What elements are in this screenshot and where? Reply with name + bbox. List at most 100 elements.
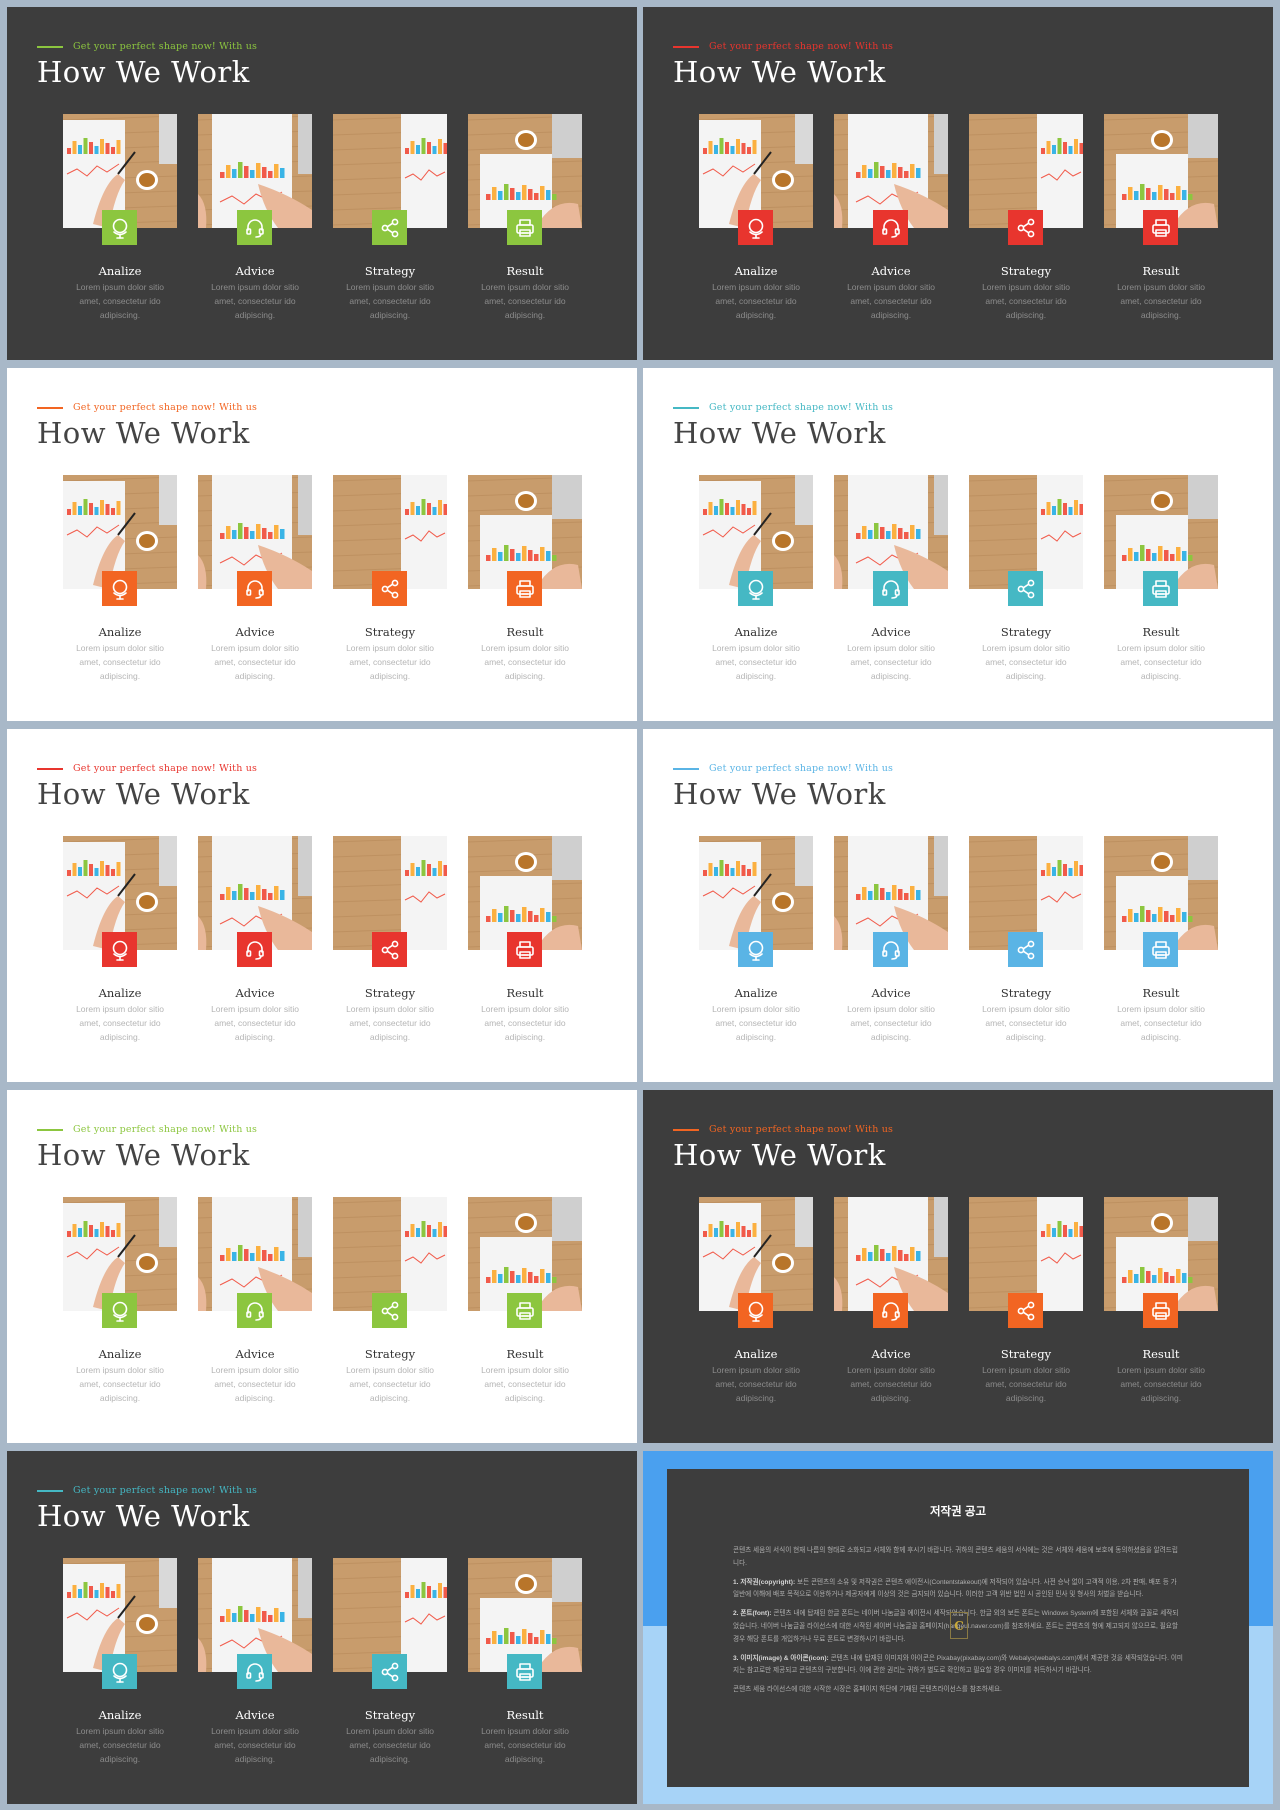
card-description: Lorem ipsum dolor sitio amet, consectetu… [982, 1004, 1070, 1042]
card-title: Strategy [1000, 264, 1052, 278]
card-title: Strategy [1000, 1347, 1052, 1361]
globe-icon [109, 578, 131, 600]
card-description: Lorem ipsum dolor sitio amet, consectetu… [847, 1004, 935, 1042]
card-title: Analize [98, 264, 142, 278]
headset-icon [244, 1661, 266, 1683]
tagline: Get your perfect shape now! With us [673, 763, 893, 774]
slide-title: How We Work [37, 1138, 250, 1172]
share-badge [372, 210, 407, 245]
card-description: Lorem ipsum dolor sitio amet, consectetu… [346, 282, 434, 320]
printer-icon [514, 939, 536, 961]
share-badge [372, 932, 407, 967]
headset-badge [873, 1293, 908, 1328]
tagline-rule [37, 406, 63, 409]
share-badge [1008, 1293, 1043, 1328]
tagline-text: Get your perfect shape now! With us [709, 41, 894, 52]
share-icon [379, 1300, 401, 1322]
globe-badge [738, 210, 773, 245]
notice-section-3: 3. 이미지(image) & 아이콘(icon): 콘텐츠 내에 탑재된 이미… [733, 1653, 1183, 1678]
slide-7[interactable]: Get your perfect shape now! With us How W… [7, 1090, 637, 1443]
share-badge [1008, 571, 1043, 606]
share-icon [1015, 217, 1037, 239]
notice-section-heading: 1. 저작권(copyright): [733, 1578, 797, 1586]
slide-3[interactable]: Get your perfect shape now! With us How W… [7, 368, 637, 721]
slide-9[interactable]: Get your perfect shape now! With us How W… [7, 1451, 637, 1804]
tagline-text: Get your perfect shape now! With us [73, 41, 258, 52]
globe-badge [102, 932, 137, 967]
card-title: Analize [98, 986, 142, 1000]
tagline: Get your perfect shape now! With us [37, 41, 257, 52]
printer-badge [1143, 932, 1178, 967]
tagline: Get your perfect shape now! With us [673, 1124, 893, 1135]
headset-icon [880, 578, 902, 600]
slide-1[interactable]: Get your perfect shape now! With us How W… [7, 7, 637, 360]
printer-badge [1143, 210, 1178, 245]
printer-icon [514, 1300, 536, 1322]
slide-title: How We Work [37, 55, 250, 89]
globe-badge [738, 1293, 773, 1328]
card-title: Advice [871, 264, 911, 278]
slide-copyright-notice[interactable]: 저작권 공고 콘텐츠 세움의 서식이 현재 나름의 형태로 소화되고 서체와 함께… [643, 1451, 1273, 1804]
printer-badge [507, 1654, 542, 1689]
tagline: Get your perfect shape now! With us [37, 1124, 257, 1135]
card-description: Lorem ipsum dolor sitio amet, consectetu… [712, 282, 800, 320]
printer-badge [507, 1293, 542, 1328]
contents-logo: C [950, 1612, 968, 1639]
card-title: Advice [235, 1347, 275, 1361]
card-title: Strategy [1000, 625, 1052, 639]
card-description: Lorem ipsum dolor sitio amet, consectetu… [76, 282, 164, 320]
card-description: Lorem ipsum dolor sitio amet, consectetu… [481, 1365, 569, 1403]
notice-title: 저작권 공고 [929, 1506, 987, 1518]
card-title: Result [1142, 1347, 1180, 1361]
card-description: Lorem ipsum dolor sitio amet, consectetu… [712, 1365, 800, 1403]
slide-title: How We Work [37, 416, 250, 450]
headset-icon [244, 578, 266, 600]
tagline-text: Get your perfect shape now! With us [73, 1124, 258, 1135]
notice-section-heading: 2. 폰트(font): [733, 1610, 774, 1618]
slide-title: How We Work [673, 416, 886, 450]
card-description: Lorem ipsum dolor sitio amet, consectetu… [712, 643, 800, 681]
headset-badge [873, 571, 908, 606]
tagline-rule [37, 767, 63, 770]
printer-icon [514, 217, 536, 239]
slide-6[interactable]: Get your perfect shape now! With us How W… [643, 729, 1273, 1082]
card-title: Result [1142, 625, 1180, 639]
slide-2[interactable]: Get your perfect shape now! With us How W… [643, 7, 1273, 360]
card-title: Analize [734, 986, 778, 1000]
card-title: Analize [98, 1708, 142, 1722]
card-description: Lorem ipsum dolor sitio amet, consectetu… [847, 1365, 935, 1403]
share-icon [379, 217, 401, 239]
card-description: Lorem ipsum dolor sitio amet, consectetu… [1117, 1365, 1205, 1403]
card-title: Strategy [364, 986, 416, 1000]
share-icon [1015, 1300, 1037, 1322]
tagline-text: Get your perfect shape now! With us [709, 402, 894, 413]
slide-title: How We Work [37, 1499, 250, 1533]
printer-icon [514, 578, 536, 600]
tagline-rule [673, 406, 699, 409]
notice-section-text: 보든 콘텐츠의 소유 및 저작권은 콘텐츠 에이전시(Contentstakeo… [733, 1578, 1177, 1599]
printer-icon [1150, 578, 1172, 600]
notice-section-heading: 3. 이미지(image) & 아이콘(icon): [733, 1654, 831, 1662]
tagline-text: Get your perfect shape now! With us [73, 763, 258, 774]
slide-8[interactable]: Get your perfect shape now! With us How W… [643, 1090, 1273, 1443]
printer-icon [1150, 217, 1172, 239]
slide-title: How We Work [673, 55, 886, 89]
slide-title: How We Work [37, 777, 250, 811]
card-title: Strategy [364, 1347, 416, 1361]
tagline-rule [37, 1128, 63, 1131]
globe-badge [102, 1293, 137, 1328]
tagline-rule [673, 1128, 699, 1131]
card-description: Lorem ipsum dolor sitio amet, consectetu… [481, 282, 569, 320]
headset-badge [237, 210, 272, 245]
globe-icon [109, 1661, 131, 1683]
card-description: Lorem ipsum dolor sitio amet, consectetu… [346, 643, 434, 681]
headset-badge [873, 210, 908, 245]
share-icon [379, 578, 401, 600]
card-title: Result [506, 625, 544, 639]
slide-4[interactable]: Get your perfect shape now! With us How W… [643, 368, 1273, 721]
notice-panel: 저작권 공고 콘텐츠 세움의 서식이 현재 나름의 형태로 소화되고 서체와 함께… [667, 1469, 1249, 1787]
card-title: Advice [235, 986, 275, 1000]
slide-5[interactable]: Get your perfect shape now! With us How W… [7, 729, 637, 1082]
card-description: Lorem ipsum dolor sitio amet, consectetu… [712, 1004, 800, 1042]
tagline-text: Get your perfect shape now! With us [709, 763, 894, 774]
